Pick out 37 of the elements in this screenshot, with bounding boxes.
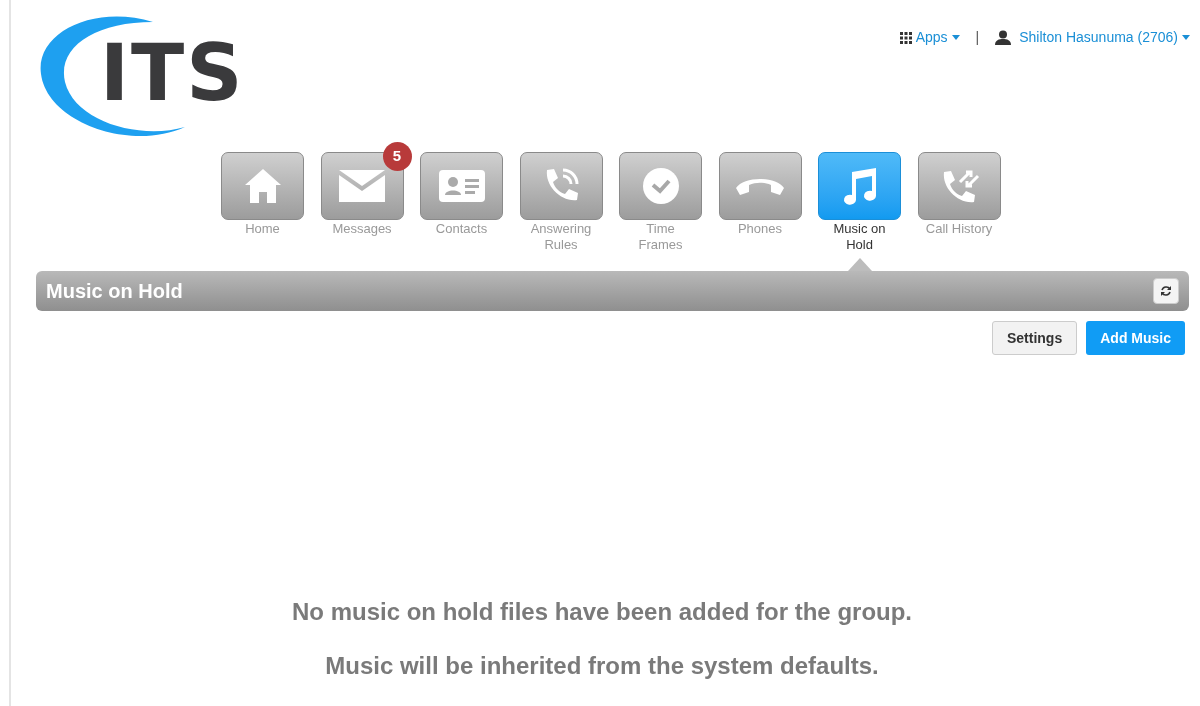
refresh-button[interactable] [1153, 278, 1179, 304]
caret-icon [1182, 35, 1190, 40]
nav-tile[interactable] [718, 152, 802, 220]
apps-menu[interactable]: Apps [899, 27, 960, 48]
refresh-icon [1160, 285, 1172, 297]
handset-icon [736, 176, 784, 196]
nav-label[interactable]: Music on Hold [824, 221, 895, 253]
count-badge: 5 [382, 142, 412, 171]
nav-tile[interactable] [917, 152, 1001, 220]
nav-tile[interactable] [420, 152, 503, 220]
nav-label[interactable]: Time Frames [625, 221, 696, 253]
nav-label[interactable]: Phones [737, 221, 783, 237]
clock-icon [641, 167, 680, 205]
settings-button[interactable]: Settings [992, 321, 1078, 355]
nav-label[interactable]: Home [245, 221, 280, 237]
envelope-icon [339, 170, 385, 202]
empty-message: No music on hold files have been added for the group. [291, 598, 913, 626]
logo-text: ITS [100, 34, 245, 112]
nav-label[interactable]: Answering Rules [525, 221, 597, 253]
caret-icon [951, 35, 960, 40]
nav-tile[interactable] [818, 152, 901, 220]
user-menu[interactable]: Shilton Hasunuma (2706) [995, 27, 1190, 48]
nav-label[interactable]: Messages [332, 221, 392, 237]
contact-card-icon [438, 170, 485, 202]
separator: | [975, 28, 980, 47]
nav-label[interactable]: Contacts [435, 221, 488, 237]
nav-tile[interactable] [320, 152, 404, 220]
nav-tile[interactable] [221, 152, 304, 220]
music-note-icon [841, 166, 878, 206]
user-icon [995, 30, 1012, 45]
empty-message: Music will be inherited from the system defaults. [325, 652, 879, 680]
nav-tile[interactable] [519, 152, 603, 220]
nav-tile[interactable] [619, 152, 702, 220]
panel-title: Music on Hold [46, 279, 183, 304]
add-button[interactable]: Add Music [1086, 321, 1185, 355]
nav-label[interactable]: Call History [925, 221, 993, 237]
grid-icon [899, 31, 912, 44]
